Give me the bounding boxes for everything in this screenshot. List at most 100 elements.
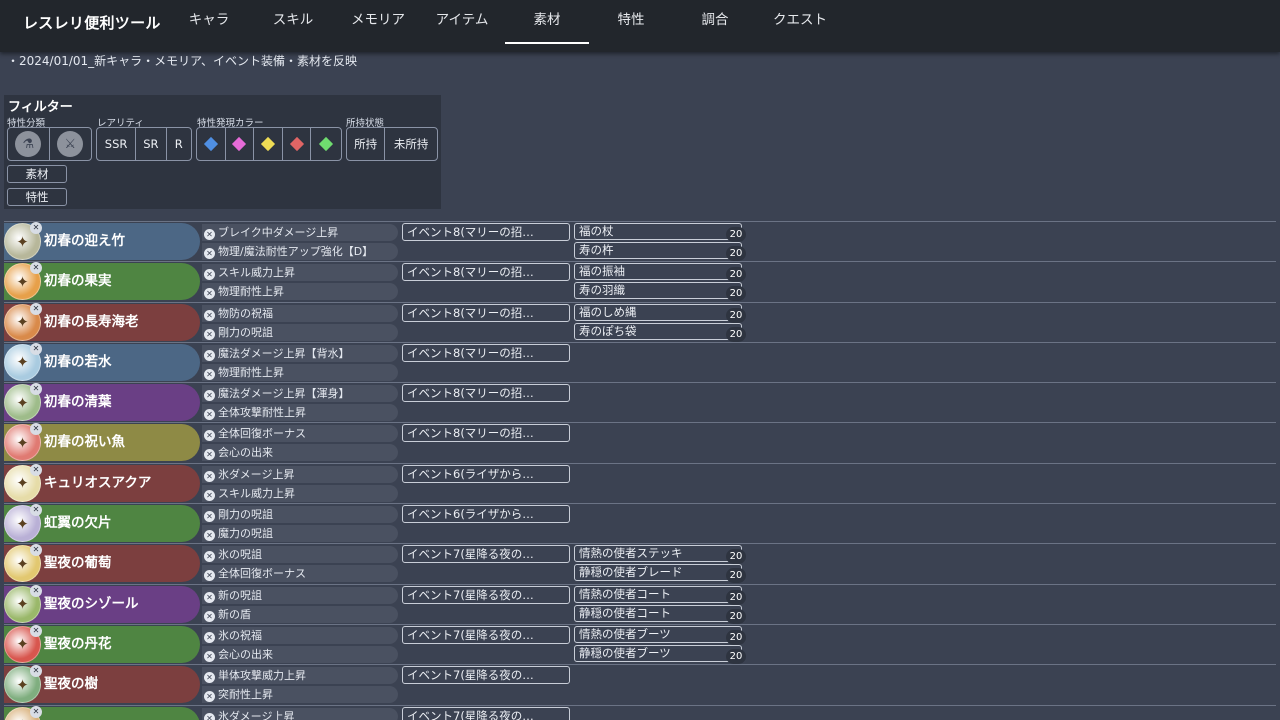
trait-category-group: ⚗ ⚔ [7, 127, 92, 161]
source-link[interactable]: イベント8(マリーの招… [402, 384, 570, 403]
material-name-pill[interactable]: ✦ ✕ 初春の清葉 [4, 383, 200, 422]
source-link[interactable]: イベント7(星降る夜の… [402, 585, 570, 604]
use-item[interactable]: 静穏の使者ブレード [574, 564, 742, 582]
owned-button[interactable]: 所持 [347, 128, 386, 160]
trait-chip[interactable]: ✕ 物理耐性上昇 [202, 283, 398, 301]
material-name-pill[interactable]: ✦ ✕ 虹翼の欠片 [4, 504, 200, 543]
trait-chip[interactable]: ✕ 魔法ダメージ上昇【渾身】 [202, 385, 398, 403]
category-badge-icon: ✕ [30, 624, 42, 637]
tab-item[interactable]: アイテム [420, 0, 504, 44]
rarity-ssr-button[interactable]: SSR [97, 128, 137, 160]
use-count-badge: 20 [726, 629, 746, 645]
rarity-r-button[interactable]: R [167, 128, 191, 160]
material-name-pill[interactable]: ✦ ✕ 聖夜のシゾール [4, 584, 200, 623]
trait-chip[interactable]: ✕ 新の盾 [202, 605, 398, 623]
material-name-pill[interactable]: ✦ ✕ 初春の迎え竹 [4, 222, 200, 260]
category-equipment-button[interactable]: ⚔ [50, 128, 92, 160]
trait-type-icon: ✕ [204, 390, 215, 402]
source-link[interactable]: イベント8(マリーの招… [402, 303, 570, 322]
trait-chip[interactable]: ✕ 物理/魔法耐性アップ強化【D】 [202, 243, 398, 260]
color-red-button[interactable] [283, 128, 312, 160]
use-item[interactable]: 静穏の使者ブーツ [574, 644, 742, 662]
trait-label: 物理耐性上昇 [218, 365, 284, 379]
tab-quest[interactable]: クエスト [758, 0, 842, 44]
source-link[interactable]: イベント8(マリーの招… [402, 343, 570, 362]
color-pink-button[interactable] [226, 128, 255, 160]
use-item[interactable]: 情熱の使者コート [574, 585, 742, 603]
color-yellow-button[interactable] [254, 128, 283, 160]
source-link[interactable]: イベント7(星降る夜の… [402, 666, 570, 685]
yellow-diamond-icon [260, 136, 276, 152]
tab-chara[interactable]: キャラ [167, 0, 251, 44]
color-green-button[interactable] [311, 128, 341, 160]
trait-type-icon: ✕ [204, 248, 215, 259]
app-brand[interactable]: レスレリ便利ツール [23, 12, 161, 33]
material-name-pill[interactable]: ✦ ✕ [4, 705, 200, 720]
use-item[interactable]: 寿の羽織 [574, 282, 742, 300]
trait-chip[interactable]: ✕ 突耐性上昇 [202, 686, 398, 704]
trait-chip[interactable]: ✕ 全体回復ボーナス [202, 565, 398, 583]
source-link[interactable]: イベント8(マリーの招… [402, 223, 570, 241]
material-name-pill[interactable]: ✦ ✕ 初春の果実 [4, 262, 200, 301]
trait-type-icon: ✕ [204, 309, 215, 321]
tab-memoria[interactable]: メモリア [336, 0, 420, 44]
trait-chip[interactable]: ✕ 氷ダメージ上昇 [202, 707, 398, 720]
use-item[interactable]: 福の振袖 [574, 263, 742, 281]
trait-chip[interactable]: ✕ 全体回復ボーナス [202, 425, 398, 443]
use-item[interactable]: 福のしめ縄 [574, 303, 742, 321]
trait-chip[interactable]: ✕ 魔力の呪詛 [202, 525, 398, 543]
material-name-pill[interactable]: ✦ ✕ 聖夜の葡萄 [4, 544, 200, 583]
trait-filter-button[interactable]: 特性 [7, 188, 67, 206]
trait-type-icon: ✕ [204, 489, 215, 501]
source-link[interactable]: イベント6(ライザから… [402, 464, 570, 483]
trait-label: 氷ダメージ上昇 [218, 709, 295, 720]
material-name-pill[interactable]: ✦ ✕ 初春の祝い魚 [4, 423, 200, 462]
source-link[interactable]: イベント7(星降る夜の… [402, 706, 570, 720]
rarity-sr-button[interactable]: SR [136, 128, 167, 160]
trait-type-icon: ✕ [204, 691, 215, 703]
tab-synthesis[interactable]: 調合 [673, 0, 757, 44]
category-badge-icon: ✕ [30, 705, 42, 718]
trait-chip[interactable]: ✕ 氷の祝福 [202, 626, 398, 644]
trait-chip[interactable]: ✕ 氷の呪詛 [202, 546, 398, 564]
trait-chip[interactable]: ✕ ブレイク中ダメージ上昇 [202, 224, 398, 241]
use-item[interactable]: 情熱の使者ブーツ [574, 625, 742, 643]
trait-chip[interactable]: ✕ スキル威力上昇 [202, 484, 398, 502]
material-name-pill[interactable]: ✦ ✕ キュリオスアクア [4, 463, 200, 502]
source-link[interactable]: イベント7(星降る夜の… [402, 625, 570, 644]
source-link[interactable]: イベント8(マリーの招… [402, 424, 570, 443]
trait-chip[interactable]: ✕ 剛力の呪詛 [202, 506, 398, 524]
use-item[interactable]: 寿の杵 [574, 242, 742, 259]
color-blue-button[interactable] [197, 128, 226, 160]
tab-skill[interactable]: スキル [251, 0, 335, 44]
trait-chip[interactable]: ✕ 会心の出来 [202, 645, 398, 663]
use-item[interactable]: 情熱の使者ステッキ [574, 545, 742, 563]
category-material-button[interactable]: ⚗ [8, 128, 50, 160]
source-link[interactable]: イベント8(マリーの招… [402, 263, 570, 282]
material-filter-button[interactable]: 素材 [7, 165, 67, 183]
category-badge-icon: ✕ [30, 302, 42, 315]
source-link[interactable]: イベント6(ライザから… [402, 505, 570, 524]
trait-chip[interactable]: ✕ 魔法ダメージ上昇【背水】 [202, 344, 398, 362]
source-link[interactable]: イベント7(星降る夜の… [402, 545, 570, 564]
tab-material[interactable]: 素材 [505, 0, 589, 44]
use-item[interactable]: 福の杖 [574, 223, 742, 240]
tab-trait[interactable]: 特性 [589, 0, 673, 44]
material-name-pill[interactable]: ✦ ✕ 初春の若水 [4, 342, 200, 381]
trait-chip[interactable]: ✕ 会心の出来 [202, 444, 398, 462]
trait-chip[interactable]: ✕ スキル威力上昇 [202, 264, 398, 282]
use-item[interactable]: 寿のぽち袋 [574, 322, 742, 340]
material-name-pill[interactable]: ✦ ✕ 初春の長寿海老 [4, 302, 200, 341]
trait-chip[interactable]: ✕ 全体攻撃耐性上昇 [202, 404, 398, 422]
material-name-pill[interactable]: ✦ ✕ 聖夜の樹 [4, 665, 200, 704]
trait-chip[interactable]: ✕ 単体攻撃威力上昇 [202, 667, 398, 685]
use-item[interactable]: 静穏の使者コート [574, 604, 742, 622]
trait-label: 物理/魔法耐性アップ強化【D】 [218, 245, 374, 258]
trait-chip[interactable]: ✕ 氷ダメージ上昇 [202, 465, 398, 483]
trait-chip[interactable]: ✕ 物防の祝福 [202, 304, 398, 322]
trait-chip[interactable]: ✕ 剛力の呪詛 [202, 323, 398, 341]
material-name-pill[interactable]: ✦ ✕ 聖夜の丹花 [4, 624, 200, 663]
trait-chip[interactable]: ✕ 物理耐性上昇 [202, 363, 398, 381]
not-owned-button[interactable]: 未所持 [385, 128, 437, 160]
trait-chip[interactable]: ✕ 新の呪詛 [202, 586, 398, 604]
